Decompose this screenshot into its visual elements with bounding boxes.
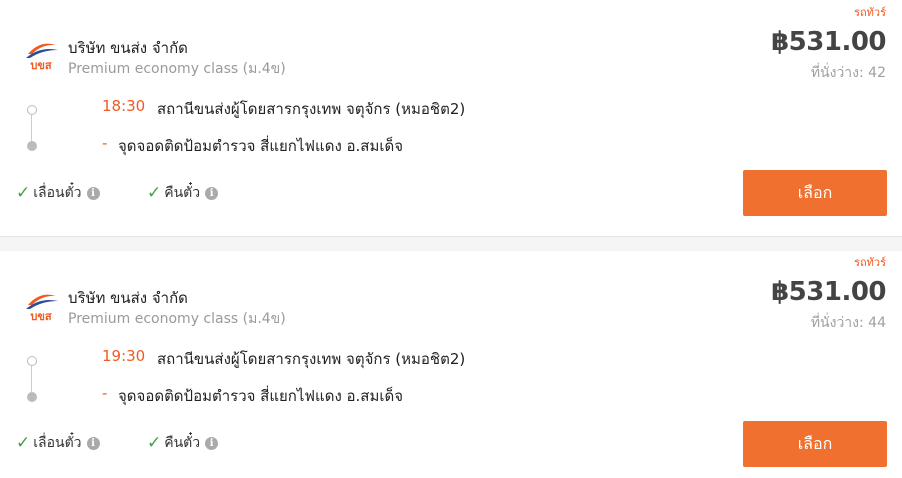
departure-dot — [27, 105, 37, 115]
seats-available: ที่นั่งว่าง: 42 — [810, 65, 886, 81]
feature-label: เลื่อนตั๋ว — [33, 185, 82, 201]
departure-time: 18:30 — [102, 97, 146, 115]
card-separator — [0, 236, 902, 251]
departure-time: 19:30 — [102, 347, 146, 365]
trip-card: บขส บริษัท ขนส่ง จำกัด Premium economy c… — [0, 251, 902, 478]
service-class: Premium economy class (ม.4ข) — [68, 61, 286, 77]
logo-text: บขส — [30, 310, 52, 323]
arrival-station: จุดจอดติดป้อมตำรวจ สี่แยกไฟแดง อ.สมเด็จ — [118, 387, 404, 405]
departure-station: สถานีขนส่งผู้โดยสารกรุงเทพ จตุจักร (หมอช… — [157, 350, 466, 368]
info-icon[interactable]: i — [205, 436, 219, 450]
seats-available: ที่นั่งว่าง: 44 — [810, 315, 886, 331]
feature-reschedule: ✓ เลื่อนตั๋ว i — [16, 432, 100, 454]
arrival-marker: - — [102, 384, 108, 402]
timeline-line — [31, 115, 32, 141]
arrival-station: จุดจอดติดป้อมตำรวจ สี่แยกไฟแดง อ.สมเด็จ — [118, 137, 404, 155]
company-logo: บขส — [26, 43, 58, 72]
check-icon: ✓ — [16, 433, 31, 453]
check-icon: ✓ — [147, 183, 162, 203]
feature-label: คืนตั๋ว — [164, 185, 201, 201]
info-icon[interactable]: i — [86, 436, 100, 450]
check-icon: ✓ — [147, 433, 162, 453]
vehicle-type: รถทัวร์ — [854, 6, 886, 19]
logo-text: บขส — [30, 59, 52, 72]
company-name: บริษัท ขนส่ง จำกัด — [68, 289, 188, 307]
service-class: Premium economy class (ม.4ข) — [68, 311, 286, 327]
feature-refund: ✓ คืนตั๋ว i — [147, 432, 219, 454]
feature-label: คืนตั๋ว — [164, 435, 201, 451]
feature-reschedule: ✓ เลื่อนตั๋ว i — [16, 182, 100, 204]
select-button[interactable]: เลือก — [743, 170, 887, 216]
price: ฿531.00 — [771, 27, 886, 57]
feature-label: เลื่อนตั๋ว — [33, 435, 82, 451]
company-name: บริษัท ขนส่ง จำกัด — [68, 39, 188, 57]
departure-dot — [27, 356, 37, 366]
feature-refund: ✓ คืนตั๋ว i — [147, 182, 219, 204]
info-icon[interactable]: i — [205, 186, 219, 200]
check-icon: ✓ — [16, 183, 31, 203]
info-icon[interactable]: i — [86, 186, 100, 200]
select-button[interactable]: เลือก — [743, 421, 887, 467]
trip-card: บขส บริษัท ขนส่ง จำกัด Premium economy c… — [0, 0, 902, 236]
company-logo: บขส — [26, 294, 58, 323]
vehicle-type: รถทัวร์ — [854, 256, 886, 269]
arrival-marker: - — [102, 134, 108, 152]
price: ฿531.00 — [771, 277, 886, 307]
timeline-line — [31, 366, 32, 392]
departure-station: สถานีขนส่งผู้โดยสารกรุงเทพ จตุจักร (หมอช… — [157, 100, 466, 118]
arrival-dot — [27, 392, 37, 402]
arrival-dot — [27, 141, 37, 151]
